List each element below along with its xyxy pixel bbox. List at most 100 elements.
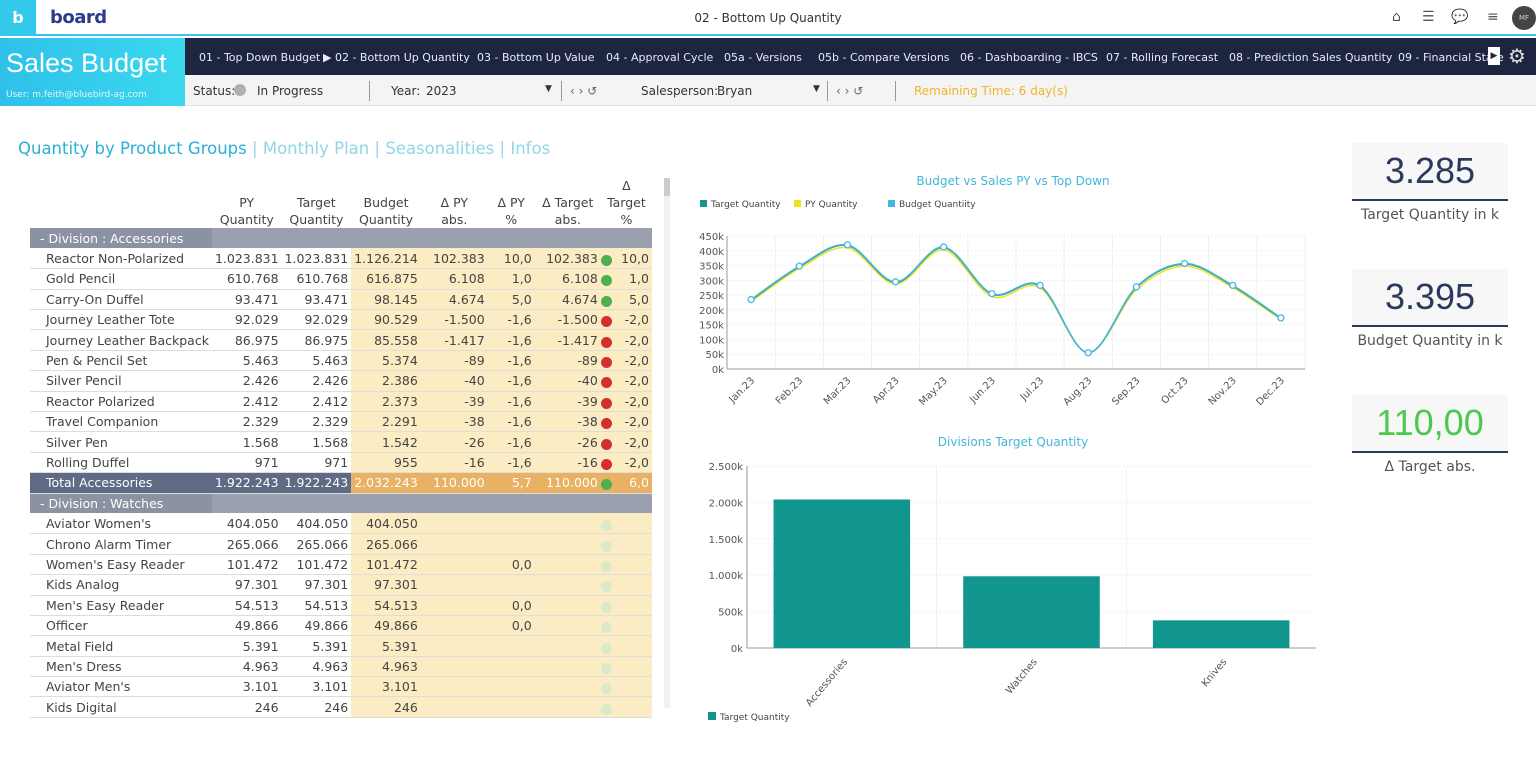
cell[interactable]: 1.542: [351, 431, 421, 453]
table-row: Aviator Women's 404.050 404.050 404.050: [30, 513, 652, 535]
product-name: Silver Pen: [30, 431, 212, 453]
division-row[interactable]: - Division : Watches: [30, 493, 652, 514]
cell[interactable]: 5.391: [351, 635, 421, 657]
tab-1[interactable]: 01 - Top Down Budget: [199, 51, 320, 64]
cell: [420, 595, 488, 616]
cell[interactable]: 2.373: [351, 391, 421, 413]
cell: 10,0: [487, 248, 535, 270]
cell[interactable]: 265.066: [351, 533, 421, 555]
year-select[interactable]: 2023 ▼: [426, 84, 554, 98]
cell[interactable]: 54.513: [351, 595, 421, 616]
tab-2[interactable]: ▶ 02 - Bottom Up Quantity: [323, 51, 470, 64]
cell: 4.963: [281, 656, 352, 678]
gear-icon[interactable]: ⚙: [1508, 44, 1526, 68]
cell[interactable]: 2.032.243: [351, 472, 421, 494]
x-tick-label: Watches: [1004, 657, 1040, 697]
hierarchy-icon[interactable]: ☰: [1422, 9, 1435, 25]
cell: 110.000: [534, 472, 601, 494]
tab-6[interactable]: 05b - Compare Versions: [818, 51, 950, 64]
kpi-value: 3.285: [1352, 143, 1508, 201]
scrollbar-thumb[interactable]: [664, 178, 670, 196]
cell: 1.922.243: [281, 472, 352, 494]
subnav-link[interactable]: Quantity by Product Groups: [18, 139, 247, 158]
tab-7[interactable]: 06 - Dashboarding - IBCS: [960, 51, 1098, 64]
table-row: Kids Digital 246 246 246: [30, 696, 652, 718]
table-scrollbar[interactable]: [664, 178, 670, 708]
cell[interactable]: 2.291: [351, 411, 421, 433]
cell: 971: [281, 452, 352, 474]
tab-9[interactable]: 08 - Prediction Sales Quantity: [1229, 51, 1392, 64]
cell: 0,0: [487, 615, 535, 637]
tab-3[interactable]: 03 - Bottom Up Value: [477, 51, 595, 64]
legend-swatch: [888, 200, 895, 207]
cell[interactable]: 3.101: [351, 676, 421, 698]
cell: 2.412: [211, 391, 282, 413]
cell[interactable]: 49.866: [351, 615, 421, 637]
cell: [534, 554, 601, 576]
status-dot-icon: [600, 397, 612, 409]
cell[interactable]: 97.301: [351, 574, 421, 596]
chevron-down-icon: ▼: [545, 84, 552, 94]
table-row: Travel Companion 2.329 2.329 2.291 -38 -1,6 -3…: [30, 411, 652, 433]
cell[interactable]: 101.472: [351, 554, 421, 576]
cell: -40: [420, 370, 488, 392]
table-row: Aviator Men's 3.101 3.101 3.101: [30, 676, 652, 698]
cell: -1.417: [534, 329, 601, 351]
cell[interactable]: 98.145: [351, 289, 421, 311]
cell: [420, 554, 488, 576]
cell: [534, 676, 601, 698]
division-row[interactable]: - Division : Accessories: [30, 228, 652, 249]
cell[interactable]: 2.386: [351, 370, 421, 392]
cell: [420, 635, 488, 657]
delta-target-pct-cell: [600, 656, 652, 678]
division-label[interactable]: - Division : Accessories: [30, 228, 212, 249]
tabs-scroll-right-icon[interactable]: ▶: [1488, 47, 1500, 65]
cell: -16: [534, 452, 601, 474]
product-name: Aviator Men's: [30, 676, 212, 698]
cell[interactable]: 955: [351, 452, 421, 474]
cell[interactable]: 404.050: [351, 513, 421, 535]
salesperson-nav-icons[interactable]: ‹ › ↺: [836, 84, 863, 98]
bar-chart: Divisions Target Quantity 0k 500k 1.000k 1.5…: [708, 435, 1316, 723]
division-label[interactable]: - Division : Watches: [30, 493, 212, 514]
kpi-label: Δ Target abs.: [1384, 459, 1476, 475]
comment-icon[interactable]: 💬: [1451, 9, 1468, 25]
cell: 6.108: [420, 268, 488, 290]
cell: [420, 513, 488, 535]
cell: 86.975: [211, 329, 282, 351]
cell[interactable]: 90.529: [351, 309, 421, 331]
subnav-link[interactable]: Infos: [510, 139, 550, 158]
cell: 246: [211, 696, 282, 718]
cell[interactable]: 85.558: [351, 329, 421, 351]
home-icon[interactable]: ⌂: [1392, 9, 1401, 25]
bar-accessories: [773, 499, 911, 648]
avatar[interactable]: MF: [1512, 6, 1536, 30]
table-row: Journey Leather Tote 92.029 92.029 90.529 -1…: [30, 309, 652, 331]
status-dot-icon: [600, 336, 612, 348]
subnav-link[interactable]: Seasonalities: [385, 139, 494, 158]
subnav-link[interactable]: Monthly Plan: [263, 139, 369, 158]
column-header: Budget Quantity: [358, 195, 414, 227]
cell-value: 1,0: [629, 271, 649, 287]
cell: -40: [534, 370, 601, 392]
cell: [534, 513, 601, 535]
product-name: Rolling Duffel: [30, 452, 212, 474]
data-point: [988, 289, 996, 298]
cell: 101.472: [211, 554, 282, 576]
cell[interactable]: 5.374: [351, 350, 421, 372]
cell[interactable]: 246: [351, 696, 421, 718]
cell[interactable]: 4.963: [351, 656, 421, 678]
cell[interactable]: 1.126.214: [351, 248, 421, 270]
tab-5[interactable]: 05a - Versions: [724, 51, 802, 64]
cell: 3.101: [281, 676, 352, 698]
product-name: Silver Pencil: [30, 370, 212, 392]
menu-icon[interactable]: ≡: [1487, 9, 1499, 25]
column-header: [30, 175, 212, 228]
salesperson-select[interactable]: Bryan ▼: [717, 84, 825, 98]
tab-8[interactable]: 07 - Rolling Forecast: [1106, 51, 1218, 64]
tab-4[interactable]: 04 - Approval Cycle: [606, 51, 713, 64]
year-nav-icons[interactable]: ‹ › ↺: [570, 84, 597, 98]
status-dot-icon: [600, 642, 612, 654]
data-point: [1180, 259, 1189, 268]
cell[interactable]: 616.875: [351, 268, 421, 290]
